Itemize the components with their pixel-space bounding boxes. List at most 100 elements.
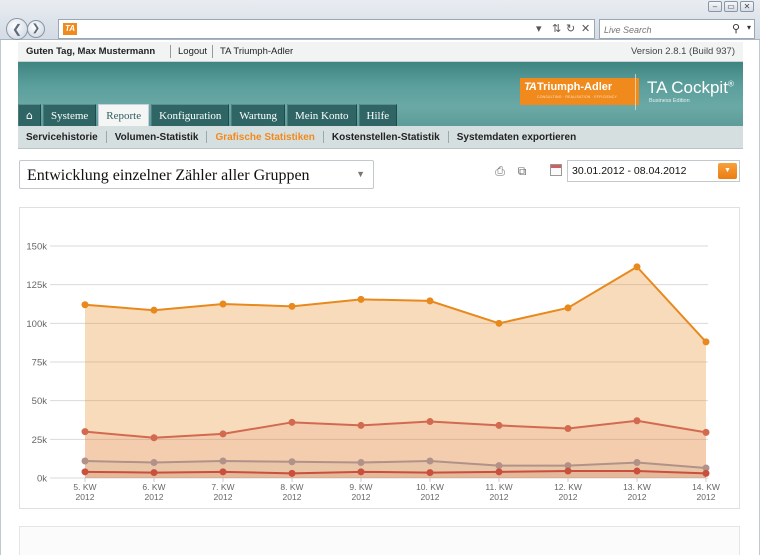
subnav-volumen-statistik[interactable]: Volumen-Statistik	[107, 131, 207, 144]
x-tick-label: 14. KW	[692, 482, 720, 492]
logout-link[interactable]: Logout	[178, 46, 207, 57]
version-label: Version 2.8.1 (Build 937)	[630, 46, 735, 57]
main-nav: ⌂ Systeme Reporte Konfiguration Wartung …	[18, 104, 398, 126]
data-point	[426, 297, 434, 305]
calendar-icon[interactable]	[550, 164, 562, 176]
sub-nav: Servicehistorie Volumen-Statistik Grafis…	[18, 126, 743, 149]
date-range-dropdown-button[interactable]: ▼	[718, 163, 737, 179]
logo-divider	[635, 74, 636, 110]
data-point	[633, 263, 641, 271]
site-favicon: TA	[63, 23, 77, 35]
data-point	[288, 418, 296, 426]
back-button[interactable]: ❮	[6, 18, 28, 40]
maximize-button[interactable]: ▭	[724, 1, 738, 12]
data-point	[150, 469, 158, 477]
data-point	[564, 304, 572, 312]
x-tick-label: 10. KW	[416, 482, 444, 492]
data-point	[564, 467, 572, 475]
close-window-button[interactable]: ✕	[740, 1, 754, 12]
data-point	[495, 462, 503, 470]
subnav-servicehistorie[interactable]: Servicehistorie	[18, 131, 106, 144]
subnav-grafische-statistiken[interactable]: Grafische Statistiken	[207, 131, 322, 144]
chart-panel: 0k 25k 50k 75k 100k 125k 150k 5. KW 2012 6. KW 201…	[19, 207, 740, 509]
subnav-kostenstellen-statistik[interactable]: Kostenstellen-Statistik	[324, 131, 448, 144]
x-tick-label: 5. KW	[73, 482, 96, 492]
address-dropdown-icon[interactable]: ▾	[536, 22, 542, 35]
company-link[interactable]: TA Triumph-Adler	[220, 46, 293, 57]
tab-systeme[interactable]: Systeme	[42, 104, 97, 126]
search-input[interactable]	[600, 21, 725, 39]
data-point	[219, 300, 227, 308]
tab-hilfe[interactable]: Hilfe	[358, 104, 398, 126]
minimize-button[interactable]: ‒	[708, 1, 722, 12]
divider	[212, 45, 213, 58]
data-point	[150, 459, 158, 467]
print-icon[interactable]: ⎙	[491, 162, 509, 180]
divider	[170, 45, 171, 58]
y-tick-label: 25k	[32, 435, 48, 446]
refresh-icon[interactable]: ↻	[566, 22, 575, 35]
data-point	[357, 421, 365, 429]
data-point	[495, 421, 503, 429]
tab-mein-konto[interactable]: Mein Konto	[287, 104, 357, 126]
data-point	[81, 457, 89, 465]
search-icon[interactable]: ⚲	[732, 22, 740, 35]
address-bar[interactable]: TA ▾ ⇅ ↻ ✕	[58, 19, 595, 39]
data-point	[357, 468, 365, 476]
x-tick-label: 11. KW	[485, 482, 512, 492]
x-tick-label: 7. KW	[211, 482, 234, 492]
x-tick-label: 2012	[421, 492, 440, 502]
browser-search[interactable]: ⚲ ▾	[599, 19, 755, 39]
logo-name: Triumph-Adler	[537, 81, 613, 93]
date-range-field[interactable]: 30.01.2012 - 08.04.2012 ▼	[567, 160, 740, 182]
x-tick-label: 12. KW	[554, 482, 582, 492]
x-tick-label: 2012	[352, 492, 371, 502]
x-tick-label: 2012	[490, 492, 509, 502]
data-point	[633, 459, 641, 467]
subnav-systemdaten-exportieren[interactable]: Systemdaten exportieren	[449, 131, 585, 144]
y-tick-label: 0k	[37, 474, 47, 485]
product-edition: Business Edition	[649, 98, 690, 104]
data-point	[150, 434, 158, 442]
data-point	[219, 457, 227, 465]
print-all-icon[interactable]: ⧉	[513, 162, 531, 180]
y-tick-label: 150k	[26, 242, 47, 253]
home-icon[interactable]: ⌂	[18, 104, 41, 126]
tab-reporte[interactable]: Reporte	[98, 104, 150, 126]
x-tick-label: 2012	[628, 492, 647, 502]
x-tick-label: 13. KW	[623, 482, 651, 492]
y-tick-label: 75k	[32, 358, 48, 369]
x-tick-label: 6. KW	[142, 482, 165, 492]
stop-icon[interactable]: ✕	[581, 22, 590, 35]
greeting: Guten Tag, Max Mustermann	[26, 46, 156, 57]
report-select[interactable]: Entwicklung einzelner Zähler aller Grupp…	[19, 160, 374, 189]
data-point	[702, 469, 710, 477]
data-point	[702, 428, 710, 436]
triumph-adler-logo: TA Triumph-Adler CONSULTING · REALISATIO…	[520, 78, 639, 105]
data-point	[219, 430, 227, 438]
compatibility-icon[interactable]: ⇅	[552, 22, 561, 35]
data-point	[288, 469, 296, 477]
chevron-down-icon[interactable]: ▾	[747, 23, 751, 32]
user-bar: Guten Tag, Max Mustermann Logout TA Triu…	[18, 42, 743, 62]
bottom-panel	[19, 526, 740, 555]
data-point	[426, 469, 434, 477]
x-tick-label: 2012	[145, 492, 164, 502]
x-tick-label: 9. KW	[349, 482, 372, 492]
y-tick-label: 100k	[26, 319, 47, 330]
forward-button[interactable]: ❯	[27, 20, 45, 38]
window-controls: ‒ ▭ ✕	[708, 1, 754, 12]
browser-toolbar: ‒ ▭ ✕ ❮ ❯ TA ▾ ⇅ ↻ ✕ ⚲ ▾	[0, 0, 760, 40]
tab-wartung[interactable]: Wartung	[231, 104, 286, 126]
x-tick-label: 8. KW	[280, 482, 303, 492]
data-point	[219, 468, 227, 476]
data-point	[564, 425, 572, 433]
x-tick-label: 2012	[697, 492, 716, 502]
report-select-value: Entwicklung einzelner Zähler aller Grupp…	[27, 167, 310, 184]
x-tick-label: 2012	[283, 492, 302, 502]
tab-konfiguration[interactable]: Konfiguration	[151, 104, 230, 126]
data-point	[150, 306, 158, 314]
data-point	[357, 459, 365, 467]
product-name: TA Cockpit®	[647, 78, 734, 97]
logo-mark: TA	[524, 81, 537, 93]
